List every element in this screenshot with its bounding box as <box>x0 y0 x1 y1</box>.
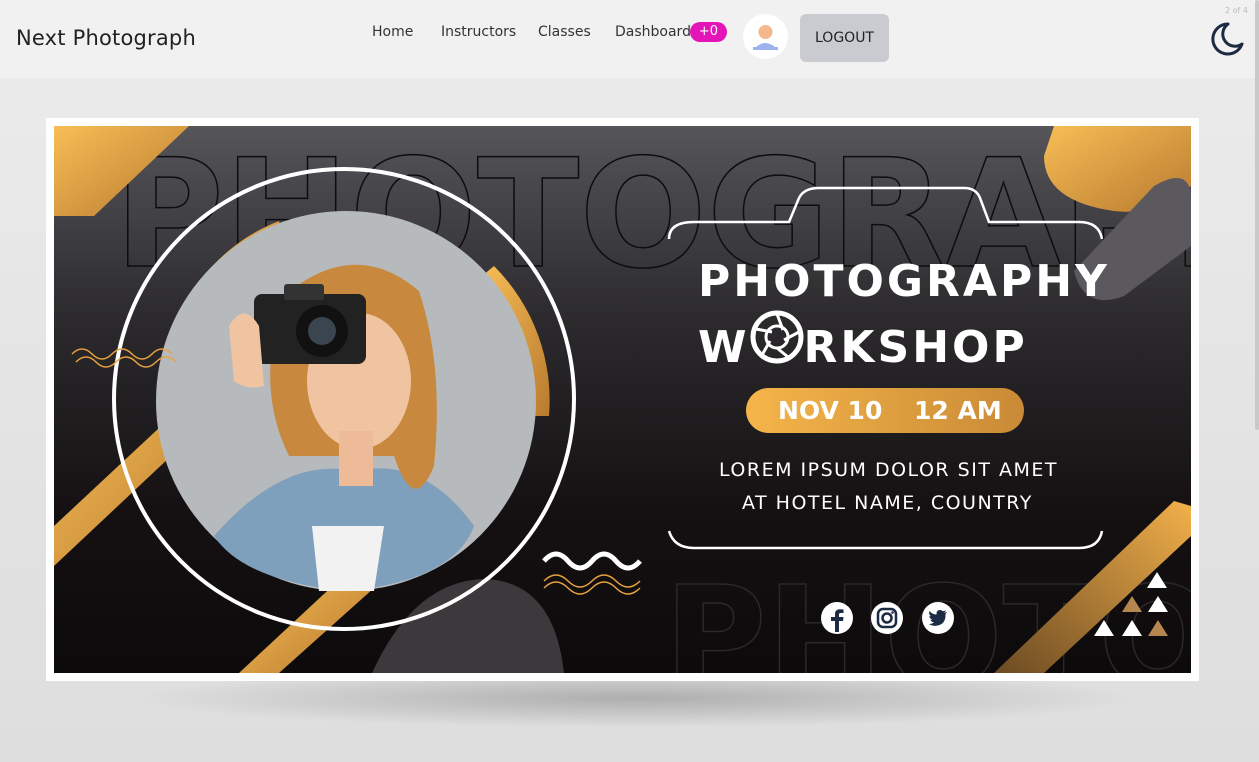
nav-classes-link[interactable]: Classes <box>538 24 591 40</box>
logout-button[interactable]: LOGOUT <box>800 14 889 62</box>
workshop-banner: PHOTOGRAPHY PHOTO <box>54 126 1191 673</box>
date-pill: NOV 10 12 AM <box>746 388 1024 433</box>
page-scrollbar[interactable] <box>1255 0 1259 430</box>
event-desc-line1: LOREM IPSUM DOLOR SIT AMET <box>719 459 1058 481</box>
title-prefix: W <box>698 322 750 373</box>
dark-mode-toggle[interactable] <box>1206 18 1246 58</box>
twitter-icon[interactable] <box>922 602 954 634</box>
title-suffix: RKSHOP <box>803 322 1028 373</box>
aperture-icon <box>750 310 804 364</box>
brand-title[interactable]: Next Photograph <box>16 26 196 50</box>
slide-counter: 2 of 4 <box>1225 6 1248 15</box>
nav-instructors-link[interactable]: Instructors <box>441 24 516 40</box>
moon-icon <box>1211 22 1244 56</box>
workshop-title-line1: PHOTOGRAPHY <box>698 256 1110 307</box>
facebook-icon[interactable] <box>821 602 853 634</box>
navbar: Next Photograph Home Instructors Classes… <box>0 0 1259 78</box>
banner-frame: PHOTOGRAPHY PHOTO <box>46 118 1199 681</box>
gold-wave-bottom-1 <box>543 574 641 588</box>
gold-wave-bottom-2 <box>543 581 641 595</box>
camera-outline-bottom <box>667 530 1104 550</box>
user-avatar[interactable] <box>743 14 788 59</box>
white-wave <box>542 551 642 571</box>
event-time: 12 AM <box>914 396 1002 425</box>
user-avatar-icon <box>753 25 778 50</box>
dashboard-count-badge: +0 <box>690 22 727 42</box>
nav-dashboard-link[interactable]: Dashboard <box>615 24 691 40</box>
nav-home-link[interactable]: Home <box>372 24 413 40</box>
event-desc-line2: AT HOTEL NAME, COUNTRY <box>742 492 1033 514</box>
event-date: NOV 10 <box>778 396 883 425</box>
instagram-icon[interactable] <box>871 602 903 634</box>
workshop-title-line2: W RKSHOP <box>698 310 1028 373</box>
